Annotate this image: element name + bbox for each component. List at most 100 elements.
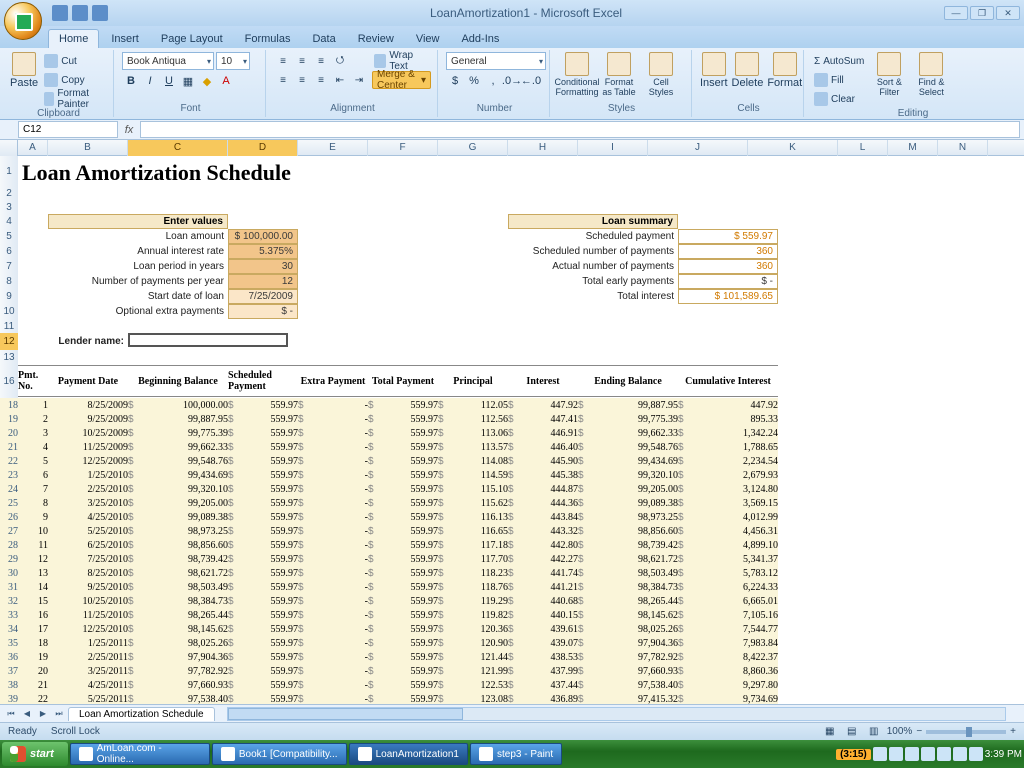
row-header[interactable]: 11 bbox=[0, 319, 18, 333]
row-header[interactable]: 1 bbox=[0, 156, 18, 186]
amort-cell[interactable]: $2,679.93 bbox=[678, 468, 778, 482]
italic-button[interactable]: I bbox=[141, 72, 159, 90]
amort-cell[interactable]: $- bbox=[298, 678, 368, 692]
amort-cell[interactable]: $- bbox=[298, 426, 368, 440]
amort-cell[interactable]: 4/25/2011 bbox=[48, 678, 128, 692]
amort-cell[interactable]: $99,205.00 bbox=[128, 496, 228, 510]
decrease-decimal-button[interactable]: ←.0 bbox=[522, 72, 540, 90]
amort-cell[interactable]: $117.70 bbox=[438, 552, 508, 566]
percent-button[interactable]: % bbox=[465, 72, 483, 90]
row-header[interactable]: 27 bbox=[0, 524, 18, 538]
amort-cell[interactable]: 11/25/2010 bbox=[48, 608, 128, 622]
increase-decimal-button[interactable]: .0→ bbox=[503, 72, 521, 90]
amort-cell[interactable]: $447.92 bbox=[508, 398, 578, 412]
tray-icon[interactable] bbox=[873, 747, 887, 761]
amort-cell[interactable]: $- bbox=[298, 552, 368, 566]
amort-cell[interactable]: 17 bbox=[18, 622, 48, 636]
row-header[interactable]: 31 bbox=[0, 580, 18, 594]
amort-cell[interactable]: 11/25/2009 bbox=[48, 440, 128, 454]
amort-cell[interactable]: $7,983.84 bbox=[678, 636, 778, 650]
amort-cell[interactable]: $559.97 bbox=[228, 496, 298, 510]
zoom-in-button[interactable]: + bbox=[1010, 726, 1016, 737]
amort-cell[interactable]: $559.97 bbox=[368, 454, 438, 468]
sort-filter-button[interactable]: Sort & Filter bbox=[870, 52, 908, 97]
column-header-N[interactable]: N bbox=[938, 140, 988, 156]
amort-cell[interactable]: $97,415.32 bbox=[578, 692, 678, 704]
amort-cell[interactable]: $559.97 bbox=[368, 440, 438, 454]
column-header-I[interactable]: I bbox=[578, 140, 648, 156]
amort-cell[interactable]: $559.97 bbox=[228, 650, 298, 664]
cut-button[interactable]: Cut bbox=[42, 52, 107, 70]
maximize-button[interactable]: ❐ bbox=[970, 6, 994, 20]
amort-cell[interactable]: $112.56 bbox=[438, 412, 508, 426]
row-header[interactable]: 30 bbox=[0, 566, 18, 580]
amort-cell[interactable]: $117.18 bbox=[438, 538, 508, 552]
row-header[interactable]: 28 bbox=[0, 538, 18, 552]
amort-cell[interactable]: $113.57 bbox=[438, 440, 508, 454]
amort-cell[interactable]: $99,662.33 bbox=[128, 440, 228, 454]
amort-cell[interactable]: $116.13 bbox=[438, 510, 508, 524]
amort-cell[interactable]: $559.97 bbox=[228, 594, 298, 608]
tab-home[interactable]: Home bbox=[48, 29, 99, 48]
amort-cell[interactable]: $444.87 bbox=[508, 482, 578, 496]
taskbar-item-browser[interactable]: AmLoan.com - Online... bbox=[70, 743, 210, 765]
increase-indent-button[interactable]: ⇥ bbox=[350, 71, 368, 89]
tray-icon[interactable] bbox=[953, 747, 967, 761]
amort-cell[interactable]: $2,234.54 bbox=[678, 454, 778, 468]
horizontal-scrollbar[interactable] bbox=[227, 707, 1006, 721]
taskbar-item-book1[interactable]: Book1 [Compatibility... bbox=[212, 743, 347, 765]
amort-cell[interactable]: $6,224.33 bbox=[678, 580, 778, 594]
amort-cell[interactable]: $- bbox=[298, 664, 368, 678]
amort-cell[interactable]: $559.97 bbox=[228, 426, 298, 440]
amort-cell[interactable]: $559.97 bbox=[368, 636, 438, 650]
font-name-dropdown[interactable]: Book Antiqua bbox=[122, 52, 214, 70]
amort-cell[interactable]: $- bbox=[298, 496, 368, 510]
amort-cell[interactable]: $559.97 bbox=[368, 426, 438, 440]
amort-cell[interactable]: $121.99 bbox=[438, 664, 508, 678]
fx-icon[interactable]: fx bbox=[118, 120, 140, 139]
tray-alert[interactable]: (3:15) bbox=[836, 749, 871, 760]
amort-cell[interactable]: $559.97 bbox=[368, 510, 438, 524]
amort-cell[interactable]: $445.90 bbox=[508, 454, 578, 468]
view-normal-icon[interactable]: ▦ bbox=[821, 723, 839, 741]
amort-cell[interactable]: 1/25/2010 bbox=[48, 468, 128, 482]
amort-cell[interactable]: $99,548.76 bbox=[128, 454, 228, 468]
select-all-corner[interactable] bbox=[0, 140, 18, 156]
column-header-G[interactable]: G bbox=[438, 140, 508, 156]
input-value[interactable]: 30 bbox=[228, 259, 298, 274]
amort-cell[interactable]: $559.97 bbox=[228, 608, 298, 622]
row-header[interactable]: 13 bbox=[0, 350, 18, 364]
amort-cell[interactable]: $4,899.10 bbox=[678, 538, 778, 552]
amort-cell[interactable]: $559.97 bbox=[368, 538, 438, 552]
column-header-K[interactable]: K bbox=[748, 140, 838, 156]
amort-cell[interactable]: 5 bbox=[18, 454, 48, 468]
amort-cell[interactable]: $98,145.62 bbox=[578, 608, 678, 622]
amort-cell[interactable]: $98,384.73 bbox=[128, 594, 228, 608]
align-top-button[interactable]: ≡ bbox=[274, 52, 292, 70]
amort-cell[interactable]: $98,145.62 bbox=[128, 622, 228, 636]
amort-cell[interactable]: $1,788.65 bbox=[678, 440, 778, 454]
amort-cell[interactable]: $99,434.69 bbox=[128, 468, 228, 482]
underline-button[interactable]: U bbox=[160, 72, 178, 90]
align-middle-button[interactable]: ≡ bbox=[293, 52, 311, 70]
amort-cell[interactable]: $- bbox=[298, 468, 368, 482]
row-header[interactable]: 34 bbox=[0, 622, 18, 636]
amort-cell[interactable]: $- bbox=[298, 412, 368, 426]
amort-cell[interactable]: $559.97 bbox=[228, 566, 298, 580]
amort-cell[interactable]: $559.97 bbox=[368, 482, 438, 496]
amort-cell[interactable]: $895.33 bbox=[678, 412, 778, 426]
decrease-indent-button[interactable]: ⇤ bbox=[331, 71, 349, 89]
amort-cell[interactable]: $442.27 bbox=[508, 552, 578, 566]
amort-cell[interactable]: $98,503.49 bbox=[128, 580, 228, 594]
qat-redo-icon[interactable] bbox=[92, 5, 108, 21]
amort-cell[interactable]: $- bbox=[298, 594, 368, 608]
row-header[interactable]: 21 bbox=[0, 440, 18, 454]
amort-cell[interactable]: $99,320.10 bbox=[578, 468, 678, 482]
align-right-button[interactable]: ≡ bbox=[312, 71, 330, 89]
amort-cell[interactable]: $4,456.31 bbox=[678, 524, 778, 538]
taskbar-item-loan[interactable]: LoanAmortization1 bbox=[349, 743, 468, 765]
amort-cell[interactable]: $559.97 bbox=[368, 594, 438, 608]
column-header-A[interactable]: A bbox=[18, 140, 48, 156]
amort-cell[interactable]: $8,422.37 bbox=[678, 650, 778, 664]
amort-cell[interactable]: $98,973.25 bbox=[578, 510, 678, 524]
